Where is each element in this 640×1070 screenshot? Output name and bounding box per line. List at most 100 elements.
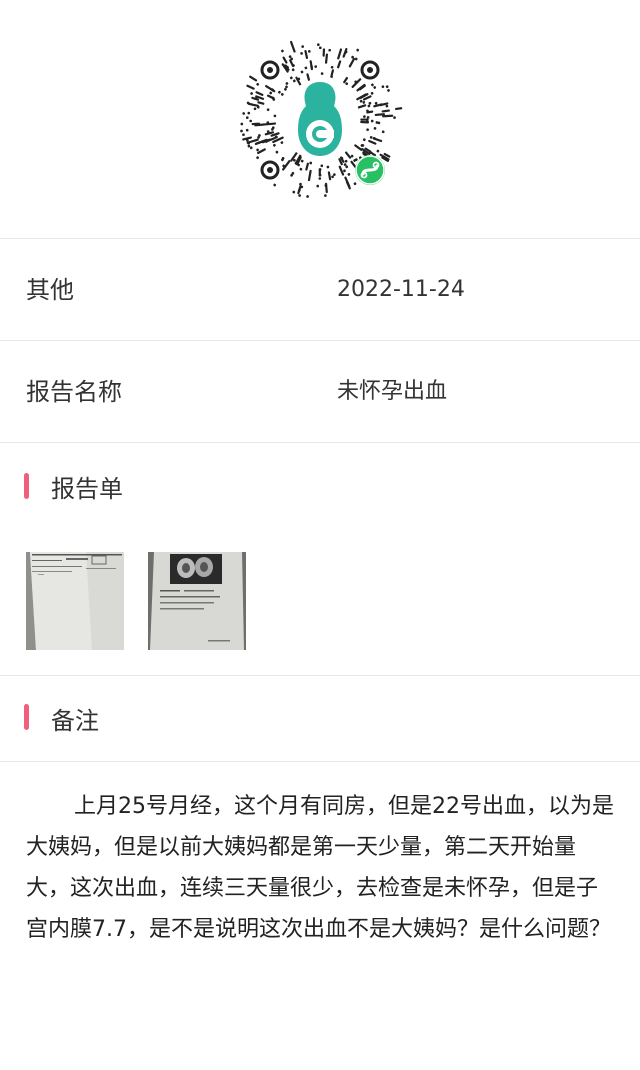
qr-dot	[395, 107, 403, 111]
qr-dot	[373, 127, 377, 130]
qr-dot	[277, 90, 281, 94]
qr-dot	[359, 99, 363, 103]
qr-dot	[305, 162, 309, 171]
qr-dot	[381, 130, 385, 134]
qr-dot	[370, 119, 374, 123]
qr-dot	[336, 60, 342, 69]
info-label-other: 其他	[26, 276, 74, 304]
qr-dot	[318, 177, 322, 180]
qr-dot	[257, 101, 265, 105]
section-accent-bar	[24, 704, 29, 730]
report-images	[0, 535, 640, 676]
qr-dot	[366, 116, 370, 119]
info-row-report-name: 报告名称 未怀孕出血	[0, 341, 640, 443]
qr-dot	[368, 139, 377, 145]
qr-dot	[393, 116, 396, 119]
qr-dot	[282, 56, 288, 64]
qr-dot	[307, 169, 312, 182]
qr-dot	[249, 75, 258, 82]
report-image-1[interactable]	[26, 552, 124, 650]
qr-dot	[304, 66, 308, 70]
qr-dot	[245, 128, 249, 132]
qr-dot	[385, 104, 389, 108]
qr-dot	[291, 68, 295, 72]
qr-dot	[301, 45, 305, 48]
qr-dot	[250, 92, 253, 95]
qr-dot	[272, 143, 276, 147]
qr-dot	[351, 78, 362, 88]
qr-dot	[309, 60, 314, 71]
qr-dot	[253, 107, 257, 111]
qr-dot	[357, 104, 367, 109]
qr-dot	[247, 111, 251, 115]
qr-dot	[306, 195, 309, 198]
qr-dot	[275, 150, 279, 154]
report-image-2[interactable]	[148, 552, 246, 650]
qr-dot	[343, 76, 349, 84]
qr-dot	[273, 183, 277, 187]
qr-dot	[326, 165, 330, 169]
qr-dot	[300, 70, 304, 74]
qr-dot	[372, 137, 383, 143]
qr-dot	[285, 82, 289, 85]
info-value-report-name: 未怀孕出血	[337, 379, 448, 404]
qr-dot	[337, 48, 343, 60]
qr-dot	[381, 109, 390, 113]
report-section-title: 报告单	[51, 475, 123, 503]
qr-dot	[242, 133, 245, 137]
qr-dot	[327, 171, 332, 181]
qr-dot	[330, 69, 335, 77]
qr-dot	[320, 164, 324, 168]
qr-dot	[249, 119, 253, 123]
qr-dot	[328, 48, 332, 52]
qr-dot	[373, 86, 377, 89]
qr-dot	[298, 194, 301, 197]
qr-dot	[345, 82, 349, 86]
qr-dot	[247, 102, 259, 107]
qr-dot	[289, 76, 293, 80]
qr-dot	[299, 182, 302, 186]
qr-dot	[300, 159, 304, 163]
qr-dot	[240, 129, 243, 133]
qr-dot	[240, 122, 244, 126]
qr-dot	[356, 48, 360, 52]
info-row-other: 其他 2022-11-24	[0, 239, 640, 341]
qr-dot	[292, 190, 296, 194]
qr-dot	[362, 138, 366, 142]
qr-dot	[347, 172, 351, 176]
qr-dot	[387, 89, 390, 92]
qr-dot	[299, 167, 303, 171]
qr-dot	[363, 115, 366, 118]
qr-dot	[344, 151, 352, 159]
qr-dot	[256, 82, 260, 86]
qr-dot	[300, 52, 303, 55]
qr-dot	[370, 91, 374, 95]
qr-dot	[314, 65, 318, 68]
qr-dot	[366, 128, 369, 132]
qr-dot	[370, 83, 374, 87]
qr-dot	[304, 49, 309, 60]
mini-program-badge-icon	[355, 155, 385, 185]
qr-dot	[256, 148, 260, 152]
qr-dot	[280, 92, 284, 96]
qr-dot	[309, 161, 313, 165]
qr-dot	[385, 85, 389, 89]
qr-dot	[306, 73, 311, 81]
qr-dot	[344, 159, 348, 163]
qr-dot	[324, 194, 327, 197]
qr-dot	[343, 169, 346, 173]
qr-dot	[246, 84, 255, 90]
notes-section-header: 备注	[0, 676, 640, 762]
qr-dot	[362, 101, 366, 104]
qr-dot	[348, 57, 356, 68]
qr-dot	[273, 114, 277, 118]
qr-dot	[292, 79, 296, 83]
qr-dot	[318, 168, 322, 171]
qr-dot	[368, 101, 372, 105]
qr-dot	[319, 46, 322, 50]
qr-dot	[324, 182, 328, 194]
qr-dot	[356, 83, 366, 92]
info-label-report-name: 报告名称	[26, 378, 122, 406]
mini-program-qr-code[interactable]	[236, 36, 404, 204]
qr-dot	[245, 116, 249, 120]
